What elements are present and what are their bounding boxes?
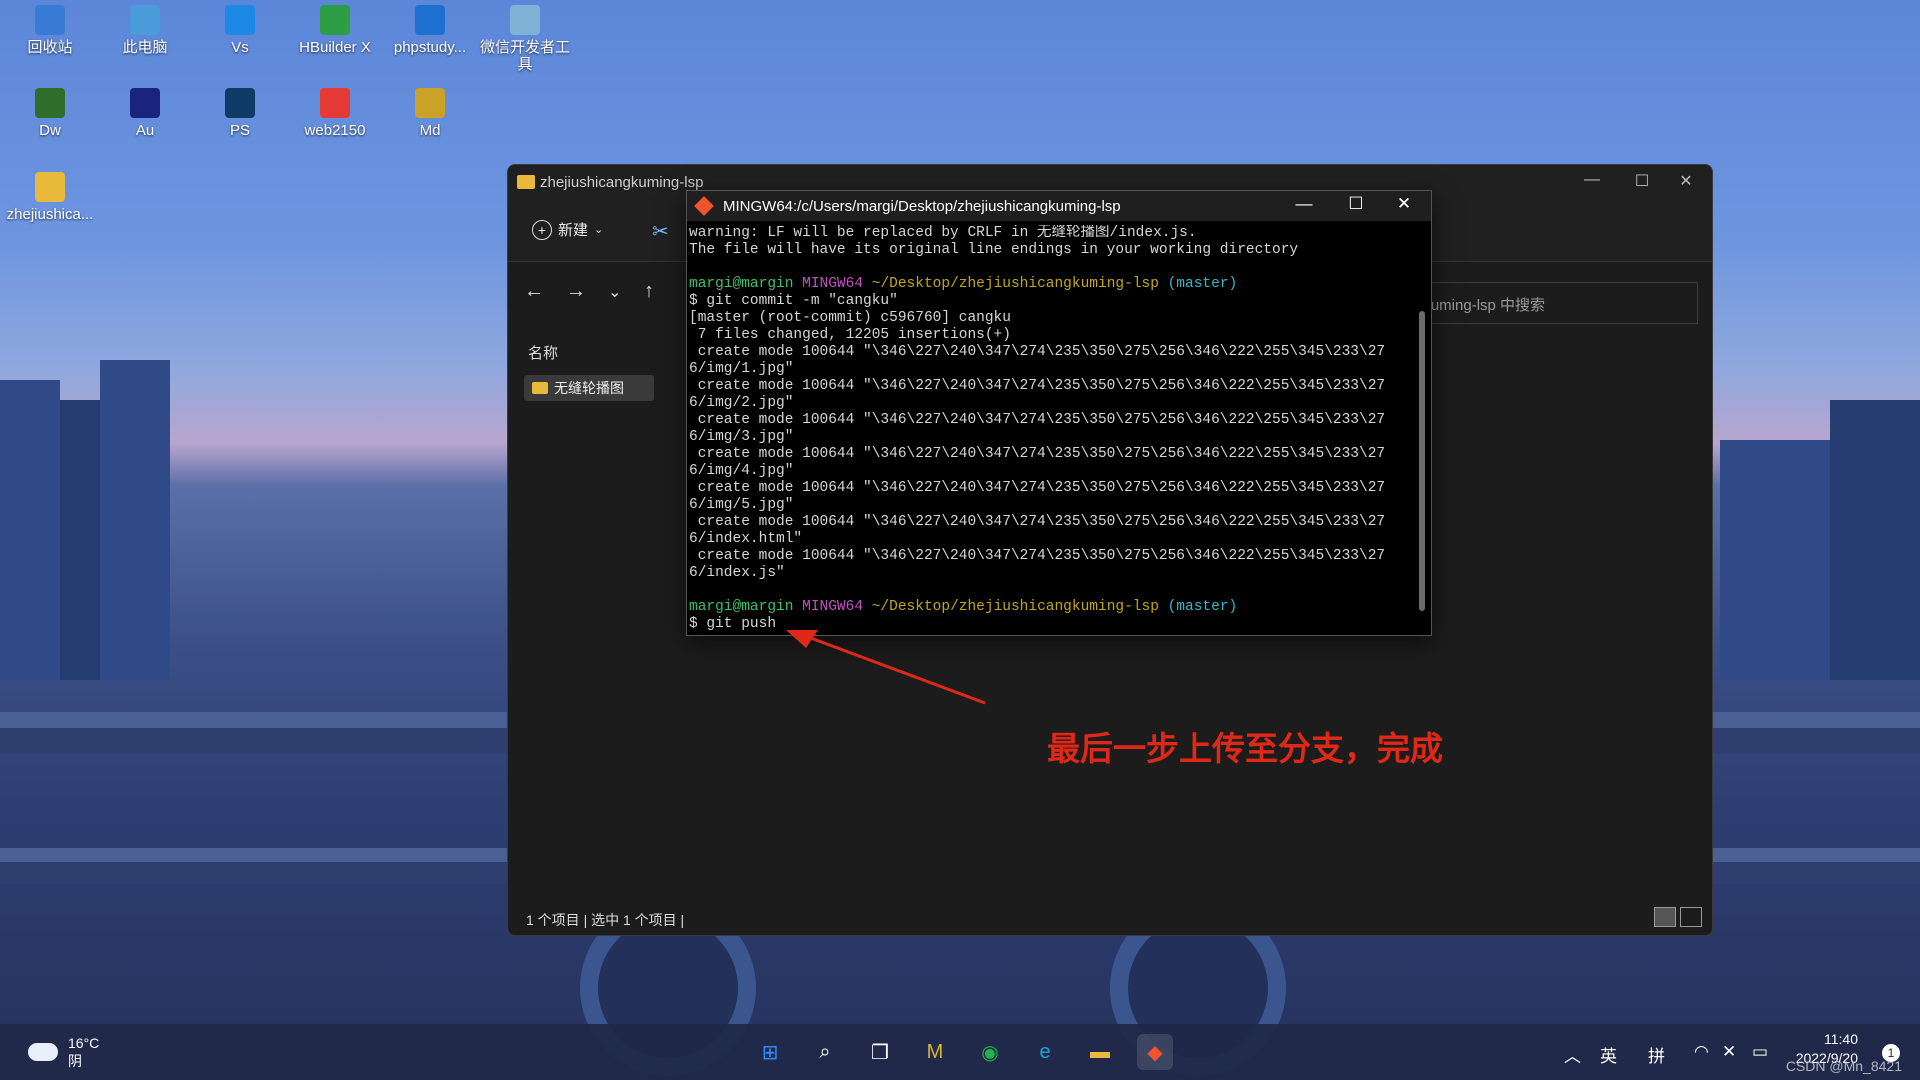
annotation-text: 最后一步上传至分支，完成 [1047, 730, 1443, 767]
watermark: CSDN @Mn_8421 [1785, 1058, 1902, 1074]
taskbar: 16°C 阴 ⊞ ⌕ ❐ M ◉ e ▬ ◆ ︿ 英 拼 ◠ ✕ ▭ 11:40 2022/9… [0, 1024, 1920, 1080]
start-icon[interactable]: ⊞ [752, 1034, 788, 1070]
cloud-icon [28, 1043, 58, 1061]
wechat-icon[interactable]: ◉ [972, 1034, 1008, 1070]
ime-language[interactable]: 英 [1600, 1042, 1617, 1067]
edge-icon[interactable]: e [1027, 1034, 1063, 1070]
volume-muted-icon[interactable]: ✕ [1722, 1042, 1736, 1062]
annotation-arrow [786, 630, 986, 705]
search-icon[interactable]: ⌕ [807, 1034, 843, 1070]
file-explorer-icon[interactable]: ▬ [1082, 1034, 1118, 1070]
clock-time: 11:40 [1824, 1031, 1858, 1047]
tray-overflow-icon[interactable]: ︿ [1564, 1042, 1581, 1067]
weather-condition: 阴 [68, 1053, 82, 1069]
temperature: 16°C [68, 1035, 100, 1051]
battery-icon[interactable]: ▭ [1752, 1042, 1768, 1062]
notes-app-icon[interactable]: M [917, 1034, 953, 1070]
task-view-icon[interactable]: ❐ [862, 1034, 898, 1070]
wifi-icon[interactable]: ◠ [1694, 1042, 1709, 1062]
ime-mode[interactable]: 拼 [1648, 1042, 1665, 1067]
git-bash-icon[interactable]: ◆ [1137, 1034, 1173, 1070]
weather-widget[interactable]: 16°C 阴 [28, 1034, 99, 1070]
